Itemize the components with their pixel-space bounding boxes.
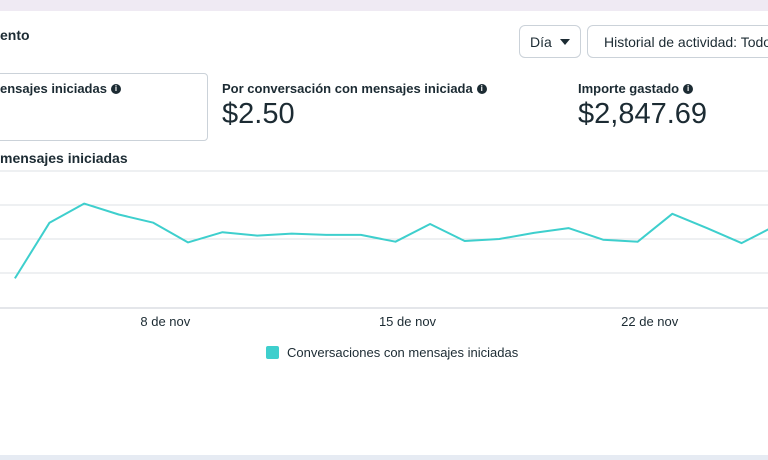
series-line: [14, 202, 768, 279]
x-tick-label: 15 de nov: [379, 314, 437, 329]
x-tick-label: 8 de nov: [140, 314, 190, 329]
legend-swatch: [266, 346, 279, 359]
legend-label: Conversaciones con mensajes iniciadas: [287, 345, 519, 360]
chart-legend: Conversaciones con mensajes iniciadas: [266, 345, 518, 360]
x-tick-label: 22 de nov: [621, 314, 679, 329]
bottom-band: [0, 455, 768, 460]
line-chart: 8 de nov 15 de nov 22 de nov: [0, 170, 768, 329]
